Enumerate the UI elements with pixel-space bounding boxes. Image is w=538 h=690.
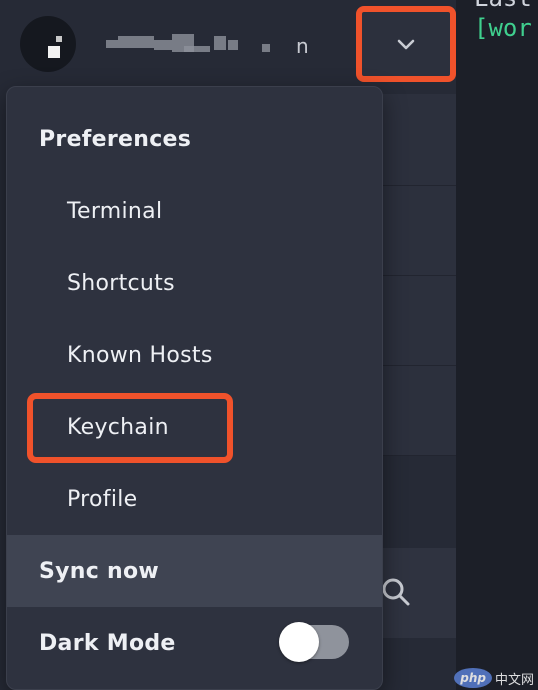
watermark-badge: php xyxy=(454,668,492,688)
account-header: n xyxy=(0,0,456,94)
site-watermark: php 中文网 xyxy=(454,668,534,688)
search-icon[interactable] xyxy=(380,576,412,608)
account-dropdown-menu: Preferences Terminal Shortcuts Known Hos… xyxy=(6,86,383,690)
account-name-redacted xyxy=(88,30,328,58)
menu-item-terminal[interactable]: Terminal xyxy=(7,175,382,247)
terminal-pane[interactable]: Last [wor xyxy=(456,0,538,690)
menu-item-sync-now[interactable]: Sync now xyxy=(7,535,382,607)
menu-item-shortcuts[interactable]: Shortcuts xyxy=(7,247,382,319)
terminal-line: Last xyxy=(474,0,532,12)
menu-item-known-hosts[interactable]: Known Hosts xyxy=(7,319,382,391)
menu-item-profile[interactable]: Profile xyxy=(7,463,382,535)
dark-mode-toggle[interactable] xyxy=(279,622,349,662)
terminal-line: [wor xyxy=(474,14,532,42)
account-dropdown-button[interactable] xyxy=(356,6,456,82)
chevron-down-icon xyxy=(397,39,415,50)
watermark-text: 中文网 xyxy=(494,672,534,688)
toggle-knob xyxy=(279,622,319,662)
menu-section-preferences: Preferences xyxy=(39,126,192,152)
keychain-highlight-outline xyxy=(27,393,233,463)
avatar[interactable] xyxy=(20,16,76,72)
app-window: Last [wor n Pr xyxy=(0,0,538,690)
account-name-suffix: n xyxy=(296,34,309,58)
